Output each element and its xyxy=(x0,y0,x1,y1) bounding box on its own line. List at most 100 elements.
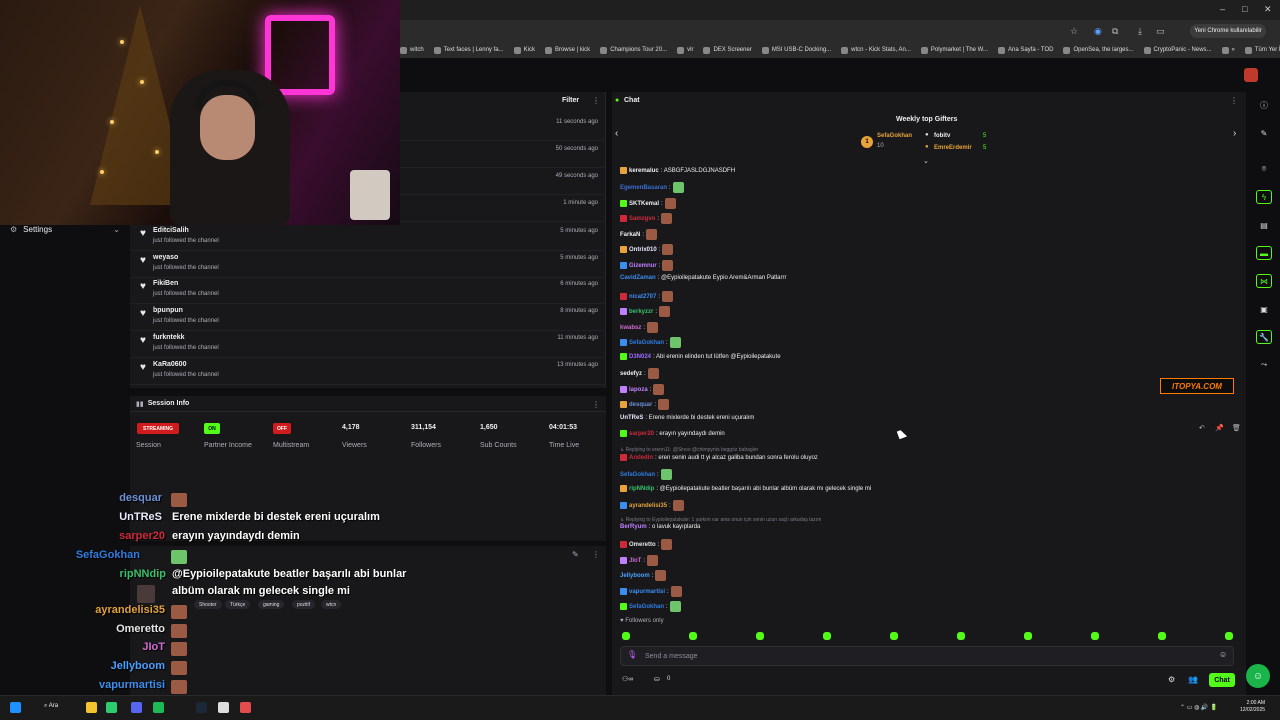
edit-pencil-icon[interactable]: ✎ xyxy=(572,550,579,559)
gifter-name[interactable]: SefaGokhan xyxy=(877,133,912,139)
tag-wtcn[interactable]: wtcn xyxy=(321,600,342,609)
chat-message[interactable]: Arxledin: eren senin audi tt yi alcaz ga… xyxy=(620,454,818,461)
chrome-update-button[interactable]: Yeni Chrome kullanılabilir xyxy=(1190,24,1266,38)
bookmark-item[interactable]: Kick xyxy=(513,46,535,54)
taskbar-clock[interactable]: 2:00 AM 12/02/2025 xyxy=(1240,700,1265,714)
gifter-name[interactable]: EmreErdemir xyxy=(934,145,972,151)
chat-username[interactable]: Ontrix010 xyxy=(629,247,657,253)
chat-username[interactable]: vapurmartisi xyxy=(629,589,665,595)
bookmark-item[interactable]: Polymarket | The W... xyxy=(920,46,988,54)
bookmark-item[interactable]: Ana Sayfa - TOD xyxy=(998,46,1053,54)
chat-message[interactable]: Ontrix010: xyxy=(620,244,674,255)
users-icon[interactable]: 👥 xyxy=(1188,675,1198,684)
tools-icon[interactable]: ▣ xyxy=(1256,302,1272,316)
session-menu-icon[interactable]: ⋮ xyxy=(592,400,600,409)
bookmark-item[interactable]: DEX Screener xyxy=(703,46,752,54)
bookmark-item[interactable]: Browse | kick xyxy=(544,46,590,54)
bookmark-item[interactable]: Tüm Yer İşaretleri xyxy=(1244,46,1280,54)
chat-bubble-icon[interactable]: ▬ xyxy=(1256,246,1272,260)
collapse-icon[interactable]: ⌄ xyxy=(923,157,929,165)
feed-row[interactable]: ♥ FikiBen just followed the channel 6 minut… xyxy=(130,277,606,305)
gift-icon[interactable]: ⛀ xyxy=(654,675,660,683)
pin-icon[interactable]: 📌 xyxy=(1215,424,1224,432)
chat-username[interactable]: ripNNdip xyxy=(629,486,654,492)
chat-username[interactable]: desquar xyxy=(629,402,652,408)
chat-username[interactable]: Omeretto xyxy=(629,542,656,548)
spotify-icon[interactable] xyxy=(153,702,164,713)
quick-emote-icon[interactable] xyxy=(1225,632,1233,640)
bookmark-item[interactable]: witch xyxy=(400,46,424,54)
app-icon[interactable] xyxy=(240,702,251,713)
chat-username[interactable]: sarper20 xyxy=(629,431,654,437)
chat-message[interactable]: FarkaN: xyxy=(620,229,658,240)
chat-message[interactable]: Omeretto: xyxy=(620,539,673,550)
maximize-icon[interactable]: □ xyxy=(1242,4,1247,14)
extension-icon[interactable]: ◉ xyxy=(1094,26,1102,37)
chat-username[interactable]: SKTKemal xyxy=(629,201,659,207)
mic-icon[interactable]: 🎙 xyxy=(627,650,637,659)
chat-message[interactable]: SefaGokhan: xyxy=(620,469,672,480)
chat-message[interactable]: SefaGokhan: xyxy=(620,337,681,348)
chat-username[interactable]: keremaluc xyxy=(629,168,659,174)
chat-message[interactable]: ayrandelisi35: xyxy=(620,500,684,511)
bookmark-item[interactable]: OpenSea, the larges... xyxy=(1063,46,1134,54)
chat-message[interactable]: keremaluc: ASBGFJASLDGJNASDFH xyxy=(620,167,735,174)
chat-message[interactable]: UnTReS: Erene mixlerde bi destek ereni u… xyxy=(620,415,754,421)
feed-row[interactable]: ♥ weyaso just followed the channel 5 minute… xyxy=(130,251,606,278)
chat-username[interactable]: CavidZaman xyxy=(620,275,656,281)
chat-username[interactable]: SefaGokhan xyxy=(620,472,655,478)
wrench-icon[interactable]: 🔧 xyxy=(1256,330,1272,344)
quick-emote-icon[interactable] xyxy=(1091,632,1099,640)
chat-username[interactable]: FarkaN xyxy=(620,232,640,238)
gifters-next-icon[interactable]: › xyxy=(1233,128,1236,139)
chat-message[interactable]: sedefyz: xyxy=(620,368,659,379)
lightning-icon[interactable]: ϟ xyxy=(1256,190,1272,204)
chat-settings-gear-icon[interactable]: ⚙ xyxy=(1168,675,1175,684)
bookmark-item[interactable]: wtcn - Kick Stats, An... xyxy=(841,46,911,54)
chat-message[interactable]: Samzgvo: xyxy=(620,213,673,224)
quick-emote-icon[interactable] xyxy=(823,632,831,640)
chat-username[interactable]: UnTReS xyxy=(620,415,643,421)
tag-gaming[interactable]: gaming xyxy=(258,600,285,609)
chat-message[interactable]: EgemenBasaran: xyxy=(620,182,684,193)
multistream-off-toggle[interactable]: OFF xyxy=(273,423,291,434)
windows-start-icon[interactable] xyxy=(10,702,21,713)
tag-pozitif[interactable]: pozitif xyxy=(292,600,316,609)
reply-icon[interactable]: ↶ xyxy=(1199,424,1205,432)
quick-emote-icon[interactable] xyxy=(622,632,630,640)
gifter-name[interactable]: fobitv xyxy=(934,133,950,139)
chat-message[interactable]: SefaGokhan: xyxy=(620,601,681,612)
chat-username[interactable]: kwabsz xyxy=(620,325,641,331)
chat-username[interactable]: Jellyboom xyxy=(620,573,650,579)
clip-icon[interactable]: ▤ xyxy=(1256,218,1272,232)
chat-username[interactable]: berkyzzr xyxy=(629,309,653,315)
support-chat-icon[interactable]: ☺ xyxy=(1246,664,1270,688)
minimize-icon[interactable]: – xyxy=(1220,4,1225,14)
extensions-puzzle-icon[interactable]: ⧉ xyxy=(1112,26,1118,37)
gifters-prev-icon[interactable]: ‹ xyxy=(615,128,618,139)
steam-icon[interactable] xyxy=(196,702,207,713)
chat-message[interactable]: SKTKemal: xyxy=(620,198,676,209)
download-icon[interactable]: ⤓ xyxy=(1138,26,1142,37)
stream-info-menu-icon[interactable]: ⋮ xyxy=(592,550,600,559)
quick-emote-icon[interactable] xyxy=(1158,632,1166,640)
bookmark-item[interactable]: Text faces | Lenny fa... xyxy=(433,46,504,54)
chat-username[interactable]: Arxledin xyxy=(629,455,653,461)
chat-username[interactable]: Gizemnur xyxy=(629,263,657,269)
chat-message[interactable]: Gizemnur: xyxy=(620,260,674,271)
partner-on-toggle[interactable]: ON xyxy=(204,423,220,434)
bookmark-item[interactable]: Champions Tour 20... xyxy=(600,46,667,54)
chat-message[interactable]: CavidZaman: @Eypioilepatakute Eypio Arem… xyxy=(620,275,787,281)
chat-message[interactable]: Jellyboom: xyxy=(620,570,667,581)
chat-username[interactable]: sedefyz xyxy=(620,371,642,377)
chat-menu-icon[interactable]: ⋮ xyxy=(1230,96,1238,105)
filter-button[interactable]: Filter xyxy=(562,97,579,104)
file-explorer-icon[interactable] xyxy=(86,702,97,713)
kick-avatar-icon[interactable] xyxy=(1244,68,1258,82)
chat-message[interactable]: sarper20: erayın yayındaydı demin xyxy=(620,430,725,437)
chat-username[interactable]: BerRyum xyxy=(620,524,647,530)
chat-username[interactable]: nicat2707 xyxy=(629,294,656,300)
sidepanel-icon[interactable]: ▭ xyxy=(1156,26,1165,37)
bookmark-item[interactable]: CryptoPanic - News... xyxy=(1143,46,1212,54)
chat-message[interactable]: ripNNdip: @Eypioilepatakute beatler başa… xyxy=(620,485,871,492)
